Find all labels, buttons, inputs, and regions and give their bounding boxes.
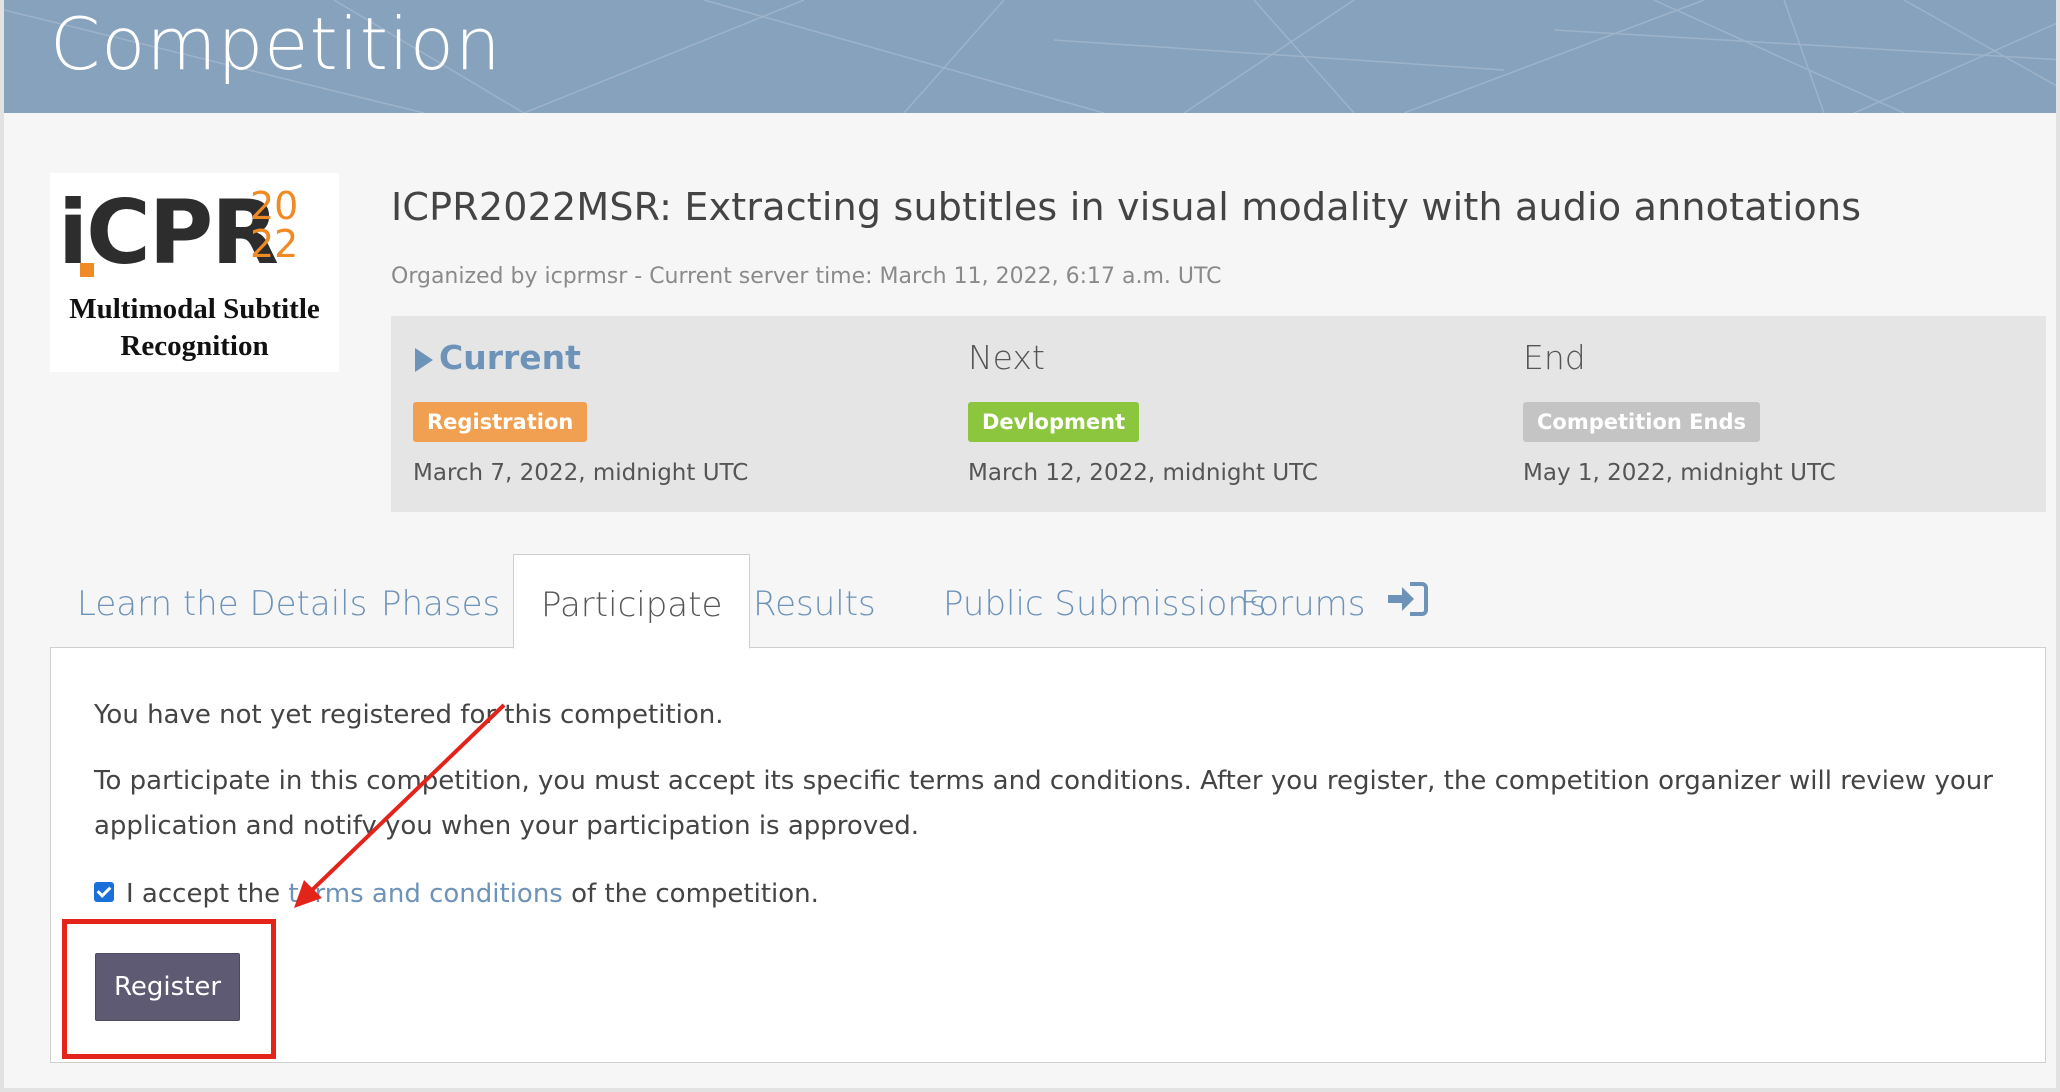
competition-logo: iCPR 20 22 Multimodal Subtitle Recogniti… [50,173,339,372]
not-registered-message: You have not yet registered for this com… [94,700,724,730]
tab-forums[interactable]: Forums [1213,554,1455,648]
instructions-line-1: To participate in this competition, you … [94,766,1993,796]
tab-forums-label: Forums [1240,584,1366,624]
logo-dot [80,263,94,277]
phases-strip: Current Registration March 7, 2022, midn… [391,316,2046,512]
play-icon [415,348,433,372]
tab-learn-the-details[interactable]: Learn the Details [50,554,394,648]
phase-date: March 12, 2022, midnight UTC [968,460,1318,486]
phase-next: Next Devlopment March 12, 2022, midnight… [946,316,1496,512]
phase-date: May 1, 2022, midnight UTC [1523,460,1836,486]
logo-subtitle-line2: Recognition [120,330,269,362]
accept-prefix: I accept the [126,879,281,909]
tab-participate[interactable]: Participate [513,554,751,649]
organizer-info: Organized by icprmsr - Current server ti… [391,264,1222,289]
register-button[interactable]: Register [95,953,240,1021]
sign-in-icon [1386,556,1429,656]
tab-phases[interactable]: Phases [354,554,527,648]
page-title: Competition [50,2,502,86]
logo-subtitle-line1: Multimodal Subtitle [69,293,320,325]
phase-heading: Next [968,338,1045,377]
phase-badge: Registration [413,402,588,442]
accept-terms-row: I accept the terms and conditions of the… [94,872,819,917]
logo-year-top: 20 [250,184,299,228]
page-frame: Competition iCPR 20 22 Multimodal Subtit… [0,0,2060,1092]
tab-results[interactable]: Results [726,554,903,648]
participate-panel: You have not yet registered for this com… [50,647,2046,1063]
terms-and-conditions-link[interactable]: terms and conditions [288,879,563,909]
phase-heading: End [1523,338,1586,377]
logo-subtitle: Multimodal Subtitle Recognition [50,291,339,365]
accept-suffix: of the competition. [571,879,819,909]
phase-date: March 7, 2022, midnight UTC [413,460,749,486]
logo-year: 20 22 [250,187,330,263]
phase-current: Current Registration March 7, 2022, midn… [391,316,941,512]
phase-end: End Competition Ends May 1, 2022, midnig… [1501,316,2051,512]
logo-year-bottom: 22 [250,222,299,266]
accept-terms-checkbox[interactable] [94,881,114,902]
phase-badge: Devlopment [968,402,1140,442]
instructions-line-2: application and notify you when your par… [94,811,919,841]
header-banner: Competition [4,0,2056,113]
phase-heading: Current [439,338,581,377]
phase-badge: Competition Ends [1523,402,1760,442]
tab-bar: Learn the Details Phases Participate Res… [50,554,2050,649]
competition-title: ICPR2022MSR: Extracting subtitles in vis… [391,185,1862,229]
